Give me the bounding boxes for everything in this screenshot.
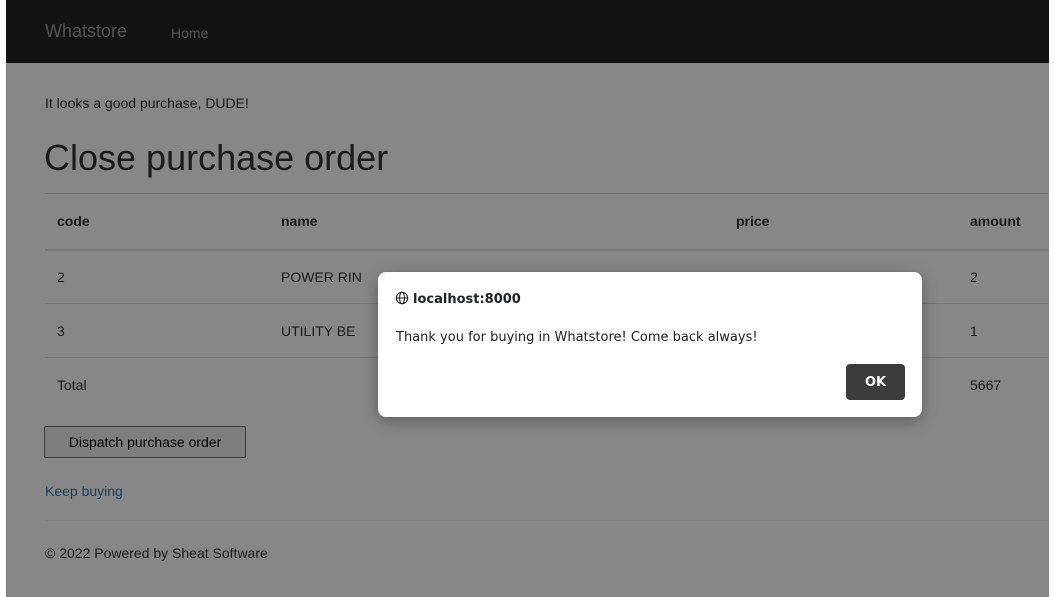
viewport-edge-left xyxy=(0,0,6,597)
dialog-message: Thank you for buying in Whatstore! Come … xyxy=(396,330,758,345)
ok-button[interactable]: OK xyxy=(846,364,905,400)
globe-icon xyxy=(395,291,409,305)
dialog-origin: localhost:8000 xyxy=(395,291,521,307)
alert-dialog: localhost:8000 Thank you for buying in W… xyxy=(378,272,922,417)
dialog-origin-text: localhost:8000 xyxy=(413,292,521,307)
viewport-edge-right xyxy=(1049,0,1055,597)
